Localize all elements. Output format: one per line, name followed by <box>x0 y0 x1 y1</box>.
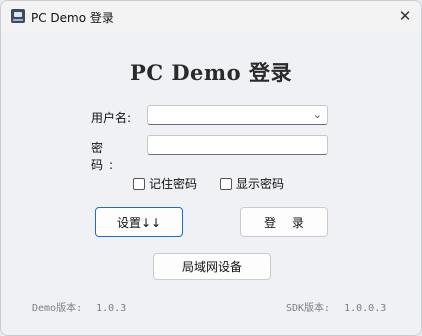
login-window: PC Demo 登录 ✕ PC Demo 登录 用户名: ⌄ 密 码: 记住密码… <box>0 0 422 336</box>
demo-version-value: 1.0.3 <box>96 303 127 314</box>
username-label: 用户名: <box>91 111 132 125</box>
lan-device-button[interactable]: 局域网设备 <box>153 253 271 280</box>
show-password-box[interactable] <box>220 177 232 190</box>
show-password-label: 显示密码 <box>236 177 285 191</box>
demo-version: Demo版本: 1.0.3 <box>32 299 126 314</box>
page-title: PC Demo 登录 <box>130 60 292 85</box>
username-combobox[interactable]: ⌄ <box>147 105 328 125</box>
login-button[interactable]: 登 录 <box>240 207 328 237</box>
show-password-checkbox[interactable]: 显示密码 <box>220 175 284 192</box>
sdk-version: SDK版本: 1.0.0.3 <box>286 299 386 314</box>
window-title: PC Demo 登录 <box>31 11 114 25</box>
settings-button[interactable]: 设置↓↓ <box>95 207 183 237</box>
title-bar[interactable]: PC Demo 登录 ✕ <box>1 1 421 31</box>
sdk-version-label: SDK版本: <box>286 303 331 314</box>
sdk-version-value: 1.0.0.3 <box>344 303 387 314</box>
remember-password-label: 记住密码 <box>149 177 198 191</box>
remember-password-checkbox[interactable]: 记住密码 <box>133 175 197 192</box>
chevron-down-icon[interactable]: ⌄ <box>313 108 322 121</box>
password-field[interactable] <box>147 135 328 155</box>
password-label: 密 码: <box>91 141 120 172</box>
demo-version-label: Demo版本: <box>32 303 83 314</box>
remember-password-box[interactable] <box>133 177 145 190</box>
close-icon[interactable]: ✕ <box>389 1 421 31</box>
login-panel: PC Demo 登录 用户名: ⌄ 密 码: 记住密码 显示密码 设置↓↓ 登 … <box>1 31 421 335</box>
app-icon <box>11 9 25 23</box>
